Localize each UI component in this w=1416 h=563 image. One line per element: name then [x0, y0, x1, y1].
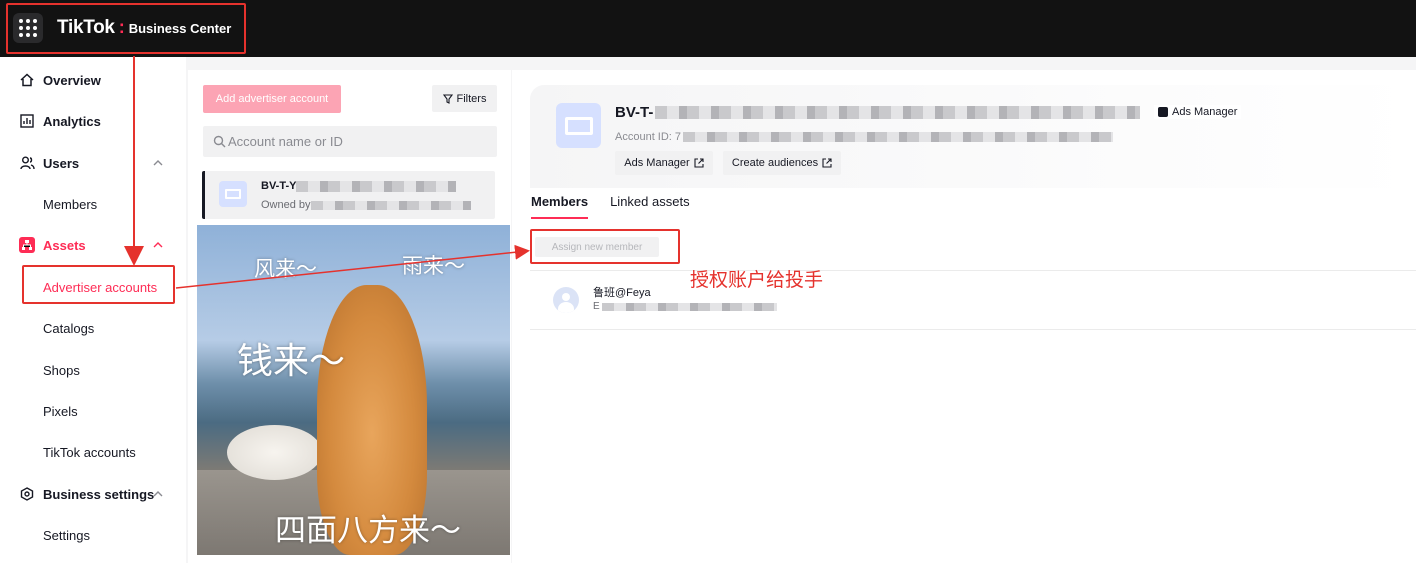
meme-text-rain: 雨来～: [402, 254, 465, 278]
external-link-icon: [822, 158, 832, 168]
chevron-up-icon[interactable]: [152, 157, 164, 169]
sidebar-item-assets[interactable]: Assets: [0, 228, 180, 262]
filters-button[interactable]: Filters: [432, 85, 497, 112]
sidebar: Overview Analytics Users Members Assets …: [0, 57, 186, 563]
sidebar-item-label: Business settings: [43, 486, 155, 502]
assets-icon: [19, 237, 35, 253]
meme-text-money: 钱来～: [237, 341, 346, 382]
sidebar-item-settings[interactable]: Settings: [0, 518, 180, 552]
meme-white-cat: [227, 425, 322, 480]
redacted-text: [601, 302, 777, 311]
sidebar-item-catalogs[interactable]: Catalogs: [0, 311, 180, 345]
tab-linked-assets[interactable]: Linked assets: [610, 194, 690, 219]
account-list-item[interactable]: BV-T-Y Owned by: [202, 171, 495, 219]
ads-manager-tag-label: Ads Manager: [1172, 106, 1238, 118]
sidebar-item-label: Users: [43, 155, 80, 171]
sidebar-item-tiktok-accounts[interactable]: TikTok accounts: [0, 435, 180, 469]
account-id-text: Account ID: 7: [615, 131, 682, 143]
sidebar-item-shops[interactable]: Shops: [0, 353, 180, 387]
create-audiences-button-label: Create audiences: [731, 157, 819, 169]
account-title-text: BV-T-: [615, 104, 654, 121]
sidebar-item-label: Assets: [43, 237, 86, 253]
account-id: Account ID: 7: [615, 131, 1114, 143]
tab-members[interactable]: Members: [531, 194, 589, 219]
search-input[interactable]: Account name or ID: [203, 126, 497, 157]
search-placeholder: Account name or ID: [228, 134, 343, 149]
avatar: [553, 287, 579, 313]
divider: [530, 270, 1416, 271]
annotation-box-logo: [6, 3, 246, 54]
chevron-up-icon[interactable]: [152, 239, 164, 251]
meme-text-wind: 风来～: [254, 257, 317, 281]
sidebar-item-label: TikTok accounts: [43, 444, 136, 460]
meme-image: 风来～ 雨来～ 钱来～ 四面八方来～: [197, 225, 510, 555]
ads-manager-button-label: Ads Manager: [624, 157, 690, 169]
add-advertiser-account-button[interactable]: Add advertiser account: [203, 85, 341, 113]
sidebar-item-label: Shops: [43, 362, 80, 378]
member-name: 鲁班@Feya: [593, 287, 651, 299]
home-icon: [19, 72, 35, 88]
account-large-thumbnail-icon: [556, 103, 601, 148]
tiktok-icon: [1158, 107, 1168, 117]
redacted-text: [296, 180, 457, 192]
search-icon: [213, 135, 226, 148]
account-name-text: BV-T-Y: [261, 180, 297, 192]
account-title: BV-T-: [615, 104, 1141, 121]
sidebar-item-analytics[interactable]: Analytics: [0, 104, 180, 138]
account-thumbnail-icon: [219, 181, 247, 207]
chevron-up-icon[interactable]: [152, 488, 164, 500]
filters-label: Filters: [456, 92, 487, 105]
sidebar-item-users[interactable]: Users: [0, 146, 180, 180]
settings-icon: [19, 486, 35, 502]
redacted-text: [655, 106, 1141, 119]
owner-prefix: Owned by: [261, 199, 311, 211]
redacted-text: [683, 132, 1114, 142]
users-icon: [19, 155, 35, 171]
sidebar-item-label: Overview: [43, 72, 101, 88]
annotation-box-assign-member: [530, 229, 680, 264]
create-audiences-button[interactable]: Create audiences: [723, 151, 841, 175]
account-detail-panel: BV-T- Ads Manager Account ID: 7 Ads Mana…: [512, 70, 1416, 563]
sidebar-item-label: Settings: [43, 527, 90, 543]
external-link-icon: [694, 158, 704, 168]
annotation-box-advertiser-accounts: [22, 265, 175, 304]
divider: [530, 329, 1416, 330]
filter-icon: [442, 93, 453, 104]
meme-text-everywhere: 四面八方来～: [275, 513, 461, 549]
ads-manager-button[interactable]: Ads Manager: [615, 151, 713, 175]
detail-tabs: Members Linked assets: [531, 194, 690, 219]
account-name: BV-T-Y: [261, 180, 457, 192]
sidebar-item-overview[interactable]: Overview: [0, 63, 180, 97]
sidebar-item-label: Analytics: [43, 113, 101, 129]
annotation-text: 授权账户给投手: [690, 269, 824, 291]
sidebar-item-label: Pixels: [43, 403, 78, 419]
member-email-prefix: E: [593, 301, 600, 312]
sidebar-item-members[interactable]: Members: [0, 187, 180, 221]
chart-icon: [19, 113, 35, 129]
ads-manager-tag: Ads Manager: [1154, 105, 1242, 119]
member-email: E: [593, 301, 777, 312]
sidebar-item-label: Catalogs: [43, 320, 95, 336]
sidebar-item-business-settings[interactable]: Business settings: [0, 477, 180, 511]
sidebar-item-label: Members: [43, 196, 98, 212]
sidebar-item-pixels[interactable]: Pixels: [0, 394, 180, 428]
account-owner: Owned by: [261, 199, 471, 211]
redacted-text: [310, 200, 471, 210]
